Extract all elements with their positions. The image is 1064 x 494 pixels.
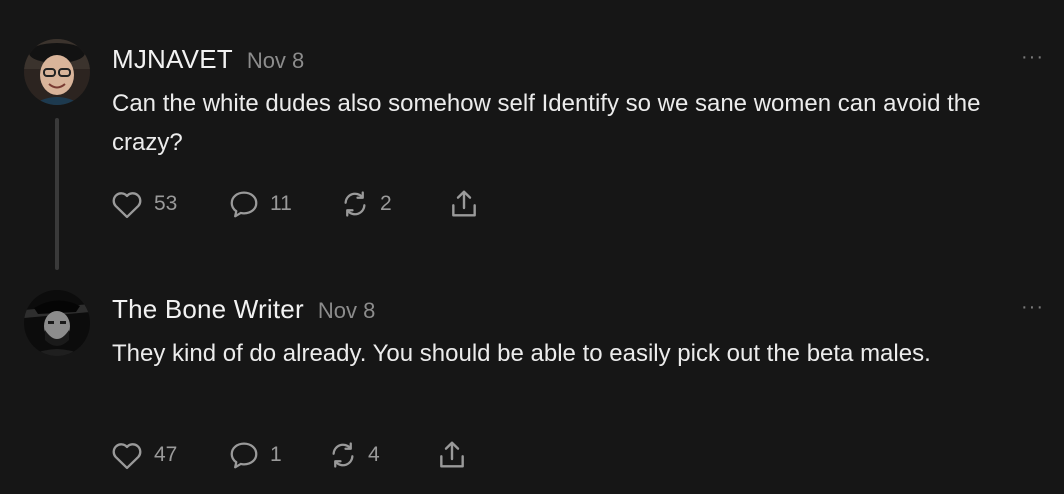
- like-count: 47: [154, 443, 178, 466]
- restack-count: 2: [380, 192, 392, 215]
- comment-text: Can the white dudes also somehow self Id…: [112, 90, 981, 156]
- comment-text: They kind of do already. You should be a…: [112, 340, 931, 367]
- reply-count: 11: [270, 192, 292, 215]
- share-upload-icon: [448, 188, 480, 220]
- like-button[interactable]: 47: [110, 438, 177, 472]
- avatar[interactable]: [24, 290, 90, 356]
- comment: The Bone Writer Nov 8 ··· They kind of do…: [0, 270, 1064, 494]
- reply-button[interactable]: 11: [228, 187, 292, 221]
- restack-button[interactable]: 2: [340, 187, 392, 221]
- author-name[interactable]: MJNAVET: [112, 44, 233, 74]
- more-options-icon[interactable]: ···: [1021, 297, 1044, 317]
- restack-arrows-icon: [328, 440, 358, 470]
- share-upload-icon: [436, 439, 468, 471]
- share-button[interactable]: [436, 438, 468, 472]
- avatar[interactable]: [24, 39, 90, 105]
- thread-line: [55, 118, 59, 270]
- share-button[interactable]: [448, 187, 480, 221]
- comment: MJNAVET Nov 8 ··· Can the white dudes als…: [0, 0, 1064, 270]
- comment-date[interactable]: Nov 8: [318, 298, 375, 323]
- comment-header: The Bone Writer Nov 8: [112, 294, 375, 325]
- comment-date[interactable]: Nov 8: [247, 48, 304, 73]
- heart-icon: [110, 440, 144, 470]
- restack-arrows-icon: [340, 189, 370, 219]
- comment-bubble-icon: [228, 440, 260, 470]
- like-count: 53: [154, 192, 178, 215]
- restack-count: 4: [368, 443, 380, 466]
- more-options-icon[interactable]: ···: [1021, 47, 1044, 67]
- author-name[interactable]: The Bone Writer: [112, 294, 304, 324]
- comment-bubble-icon: [228, 189, 260, 219]
- comment-header: MJNAVET Nov 8: [112, 44, 304, 75]
- restack-button[interactable]: 4: [328, 438, 380, 472]
- like-button[interactable]: 53: [110, 187, 177, 221]
- heart-icon: [110, 189, 144, 219]
- reply-count: 1: [270, 443, 282, 466]
- reply-button[interactable]: 1: [228, 438, 282, 472]
